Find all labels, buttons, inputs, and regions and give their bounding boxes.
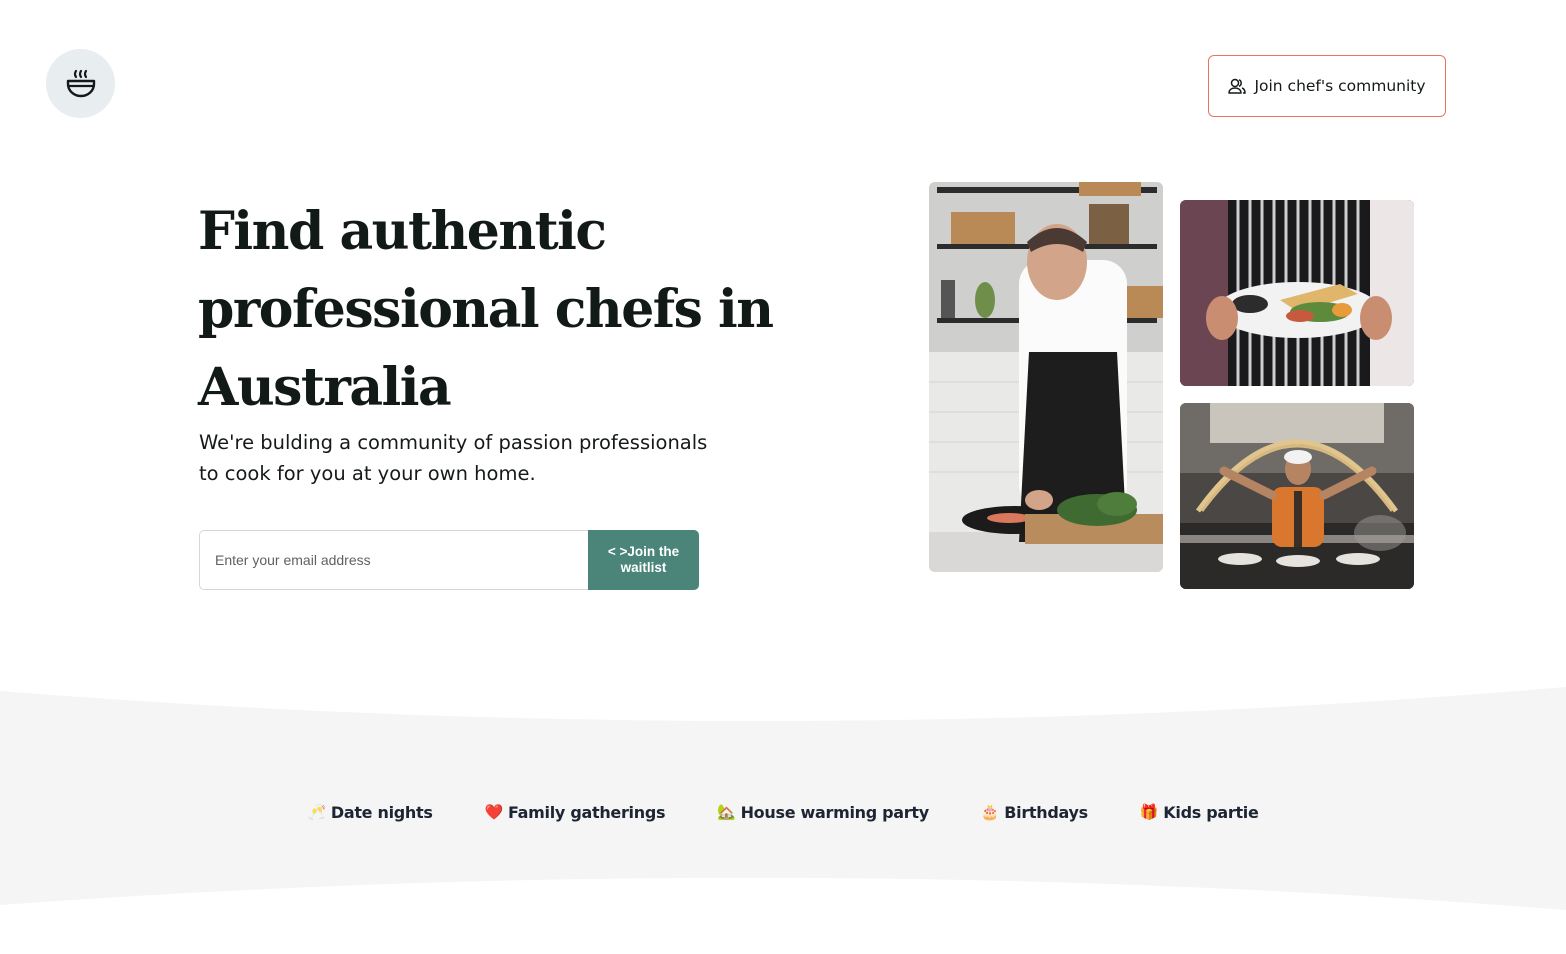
logo[interactable] (46, 49, 115, 118)
champagne-icon: 🥂 (307, 803, 326, 821)
users-icon (1228, 78, 1247, 94)
chef-chopping-photo (929, 182, 1163, 572)
occasion-house-warming[interactable]: 🏡 House warming party (717, 803, 929, 822)
house-icon: 🏡 (717, 803, 736, 821)
occasion-label: Date nights (330, 802, 433, 822)
gift-icon: 🎁 (1139, 803, 1159, 821)
waitlist-form: < >Join the waitlist (199, 530, 699, 590)
occasion-family-gatherings[interactable]: ❤️ Family gatherings (485, 803, 666, 822)
occasion-label: Birthdays (1004, 802, 1088, 822)
join-community-label: Join chef's community (1254, 77, 1426, 95)
steaming-bowl-icon (66, 69, 95, 97)
occasion-label: Family gatherings (507, 802, 666, 822)
hero-subtitle: We're bulding a community of passion pro… (199, 431, 708, 485)
join-community-button[interactable]: Join chef's community (1208, 55, 1446, 117)
noodle-chef-photo (1180, 403, 1414, 589)
occasion-label: Kids partie (1163, 802, 1259, 822)
occasion-birthdays[interactable]: 🎂 Birthdays (981, 803, 1088, 822)
occasions-list: 🥂 Date nights ❤️ Family gatherings 🏡 Hou… (0, 798, 1566, 826)
occasion-kids-parties[interactable]: 🎁 Kids partie (1140, 803, 1259, 822)
plated-dish-photo (1180, 200, 1414, 386)
email-input[interactable] (199, 530, 588, 590)
join-waitlist-button[interactable]: < >Join the waitlist (588, 530, 699, 590)
page-title: Find authentic professional chefs in Aus… (198, 201, 774, 418)
cake-icon: 🎂 (980, 803, 1000, 821)
occasion-label: House warming party (740, 802, 930, 822)
heart-icon: ❤️ (484, 803, 504, 821)
occasion-date-nights[interactable]: 🥂 Date nights (307, 803, 432, 822)
